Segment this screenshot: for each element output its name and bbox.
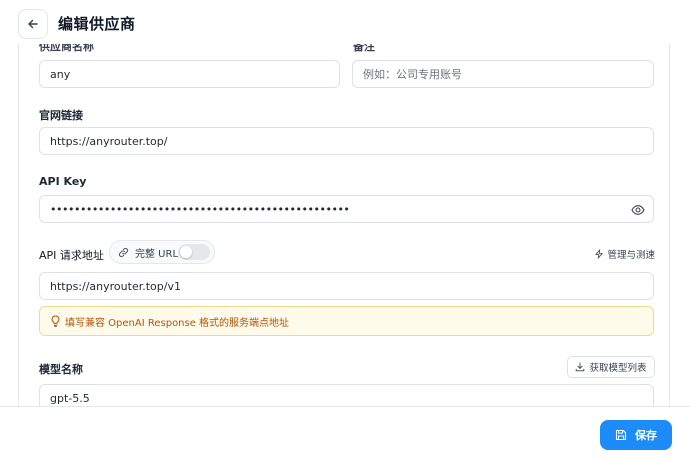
- lightbulb-icon: [51, 315, 60, 327]
- endpoint-tip: 填写兼容 OpenAI Response 格式的服务端点地址: [39, 306, 654, 336]
- form-card[interactable]: 供应商名称 备注 any 例如：公司专用账号 官网链接 https://anyr…: [18, 44, 670, 414]
- save-button[interactable]: 保存: [600, 420, 672, 450]
- api-key-value: ••••••••••••••••••••••••••••••••••••••••…: [50, 202, 350, 216]
- toggle-knob: [180, 246, 192, 258]
- back-button[interactable]: [18, 9, 48, 39]
- endpoint-label: API 请求地址: [39, 249, 104, 262]
- full-url-toggle[interactable]: [178, 244, 210, 260]
- name-label: 供应商名称: [39, 44, 94, 53]
- header-bar: 编辑供应商: [0, 0, 690, 48]
- lightning-icon: [595, 249, 604, 259]
- link-icon: [118, 247, 129, 257]
- eye-icon[interactable]: [631, 203, 645, 217]
- full-url-label: 完整 URL: [135, 248, 179, 260]
- arrow-left-icon: [28, 19, 38, 29]
- footer-bar: 保存: [0, 406, 690, 460]
- endpoint-input[interactable]: https://anyrouter.top/v1: [39, 272, 654, 300]
- note-input[interactable]: 例如：公司专用账号: [352, 60, 654, 88]
- name-input[interactable]: any: [39, 60, 340, 88]
- api-key-label: API Key: [39, 175, 87, 188]
- model-label: 模型名称: [39, 363, 83, 376]
- manage-speedtest-link[interactable]: 管理与测速: [594, 247, 655, 261]
- download-icon: [576, 362, 585, 372]
- save-icon: [615, 429, 627, 441]
- api-key-input[interactable]: ••••••••••••••••••••••••••••••••••••••••…: [39, 195, 654, 223]
- tip-text: 填写兼容 OpenAI Response 格式的服务端点地址: [65, 317, 290, 329]
- page-title: 编辑供应商: [58, 15, 136, 33]
- full-url-toggle-group: 完整 URL: [109, 240, 215, 264]
- fetch-models-label: 获取模型列表: [589, 363, 647, 374]
- save-label: 保存: [635, 429, 657, 442]
- fetch-models-button[interactable]: 获取模型列表: [567, 356, 655, 378]
- note-label: 备注: [353, 44, 375, 53]
- manage-label: 管理与测速: [607, 250, 655, 261]
- website-input[interactable]: https://anyrouter.top/: [39, 127, 654, 155]
- website-label: 官网链接: [39, 109, 83, 122]
